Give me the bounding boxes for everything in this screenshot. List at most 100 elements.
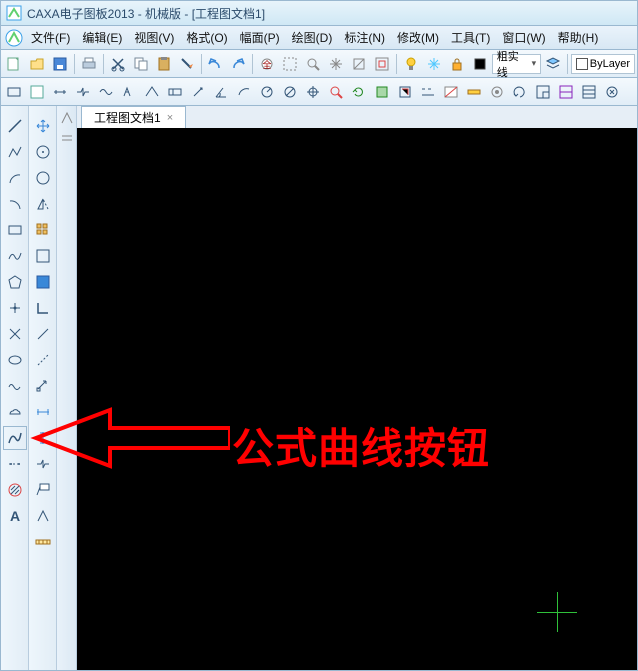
query-button[interactable]: 全 [256, 53, 278, 75]
zoom-button[interactable] [302, 53, 324, 75]
cross-tool[interactable] [3, 322, 27, 346]
redo-button[interactable] [227, 53, 249, 75]
match-button[interactable] [176, 53, 198, 75]
rect-fill-tool[interactable] [31, 270, 55, 294]
array-tool[interactable] [31, 374, 55, 398]
line-tool[interactable] [3, 114, 27, 138]
menu-tools[interactable]: 工具(T) [445, 27, 496, 48]
cut-button[interactable] [107, 53, 129, 75]
menu-edit[interactable]: 编辑(E) [76, 27, 128, 48]
separator [74, 54, 75, 74]
reset-button[interactable] [509, 81, 531, 103]
copy-button[interactable] [130, 53, 152, 75]
diameter-dim-button[interactable] [279, 81, 301, 103]
find-button[interactable] [325, 81, 347, 103]
zoom-dynamic-button[interactable] [348, 53, 370, 75]
undo-button[interactable] [205, 53, 227, 75]
close-tab-icon[interactable]: × [167, 112, 173, 124]
circle2-tool[interactable] [31, 166, 55, 190]
pan-button[interactable] [325, 53, 347, 75]
break-line-button[interactable] [72, 81, 94, 103]
save-button[interactable] [49, 53, 71, 75]
frame-button[interactable] [532, 81, 554, 103]
rect-outline-tool[interactable] [31, 244, 55, 268]
axis-tool[interactable] [3, 452, 27, 476]
menu-draw[interactable]: 绘图(D) [286, 27, 339, 48]
light-button[interactable] [400, 53, 422, 75]
radius-dim-button[interactable] [256, 81, 278, 103]
menu-dimension[interactable]: 标注(N) [338, 27, 391, 48]
break-tool[interactable] [31, 452, 55, 476]
paste-button[interactable] [153, 53, 175, 75]
menu-help[interactable]: 帮助(H) [552, 27, 605, 48]
utility-2-button[interactable] [486, 81, 508, 103]
menu-modify[interactable]: 修改(M) [391, 27, 445, 48]
cloud-tool[interactable] [3, 400, 27, 424]
document-tab-bar: 工程图文档1 × [77, 106, 637, 128]
linetype-button[interactable] [417, 81, 439, 103]
window-select-button[interactable] [279, 53, 301, 75]
chamfer-arrow-button[interactable] [187, 81, 209, 103]
layer-lock-button[interactable] [446, 53, 468, 75]
polygon-tool[interactable] [3, 270, 27, 294]
move-arrows-tool[interactable] [31, 114, 55, 138]
slash-tool[interactable] [31, 322, 55, 346]
menu-window[interactable]: 窗口(W) [496, 27, 551, 48]
assembly-button[interactable] [601, 81, 623, 103]
polyline-tool[interactable] [3, 140, 27, 164]
roughness-tool[interactable] [31, 504, 55, 528]
app-menu-icon[interactable] [3, 27, 25, 49]
document-tab-active[interactable]: 工程图文档1 × [81, 106, 186, 128]
arc-dim-button[interactable] [233, 81, 255, 103]
tolerance-button[interactable] [164, 81, 186, 103]
slash-dash-tool[interactable] [31, 348, 55, 372]
center-mark-button[interactable] [302, 81, 324, 103]
circle-center-tool[interactable] [31, 140, 55, 164]
ellipse-tool[interactable] [3, 348, 27, 372]
mirror-tool[interactable] [31, 192, 55, 216]
layer-name-display[interactable]: 粗实线 ▾ [492, 54, 541, 74]
dimension-button[interactable] [49, 81, 71, 103]
corner-tool[interactable] [31, 296, 55, 320]
replace-button[interactable] [348, 81, 370, 103]
point-tool[interactable] [3, 296, 27, 320]
menu-format[interactable]: 格式(O) [180, 27, 233, 48]
wavy-line-button[interactable] [95, 81, 117, 103]
layer-color-button[interactable] [469, 53, 491, 75]
bylayer-select[interactable]: ByLayer [571, 54, 635, 74]
menu-view[interactable]: 视图(V) [128, 27, 180, 48]
angle-button[interactable] [210, 81, 232, 103]
layer-manager-button[interactable] [542, 53, 564, 75]
property-button[interactable] [26, 81, 48, 103]
zoom-extents-button[interactable] [371, 53, 393, 75]
welding-button[interactable] [141, 81, 163, 103]
arc-tool[interactable] [3, 166, 27, 190]
open-button[interactable] [26, 53, 48, 75]
draw-rect-button[interactable] [3, 81, 25, 103]
dim-vert-tool[interactable] [31, 426, 55, 450]
hatch-tool[interactable] [3, 478, 27, 502]
new-button[interactable] [3, 53, 25, 75]
arc2-tool[interactable] [3, 192, 27, 216]
pattern-tool[interactable] [31, 218, 55, 242]
plot-button[interactable] [440, 81, 462, 103]
utility-button[interactable] [463, 81, 485, 103]
spline-tool[interactable] [3, 244, 27, 268]
text-tool[interactable]: A [3, 504, 27, 528]
print-button[interactable] [78, 53, 100, 75]
drawing-canvas[interactable] [77, 128, 637, 670]
formula-curve-tool[interactable] [3, 426, 27, 450]
rect-tool[interactable] [3, 218, 27, 242]
surface-button[interactable] [118, 81, 140, 103]
ruler-tool[interactable] [31, 530, 55, 554]
menu-file[interactable]: 文件(F) [25, 27, 76, 48]
layer-color-button-2[interactable] [394, 81, 416, 103]
menu-frame[interactable]: 幅面(P) [234, 27, 286, 48]
layer-freeze-button[interactable] [423, 53, 445, 75]
callout-tool[interactable] [31, 478, 55, 502]
dim-linear-tool[interactable] [31, 400, 55, 424]
title-block-button[interactable] [555, 81, 577, 103]
parts-list-button[interactable] [578, 81, 600, 103]
block-button[interactable] [371, 81, 393, 103]
wave-tool[interactable] [3, 374, 27, 398]
